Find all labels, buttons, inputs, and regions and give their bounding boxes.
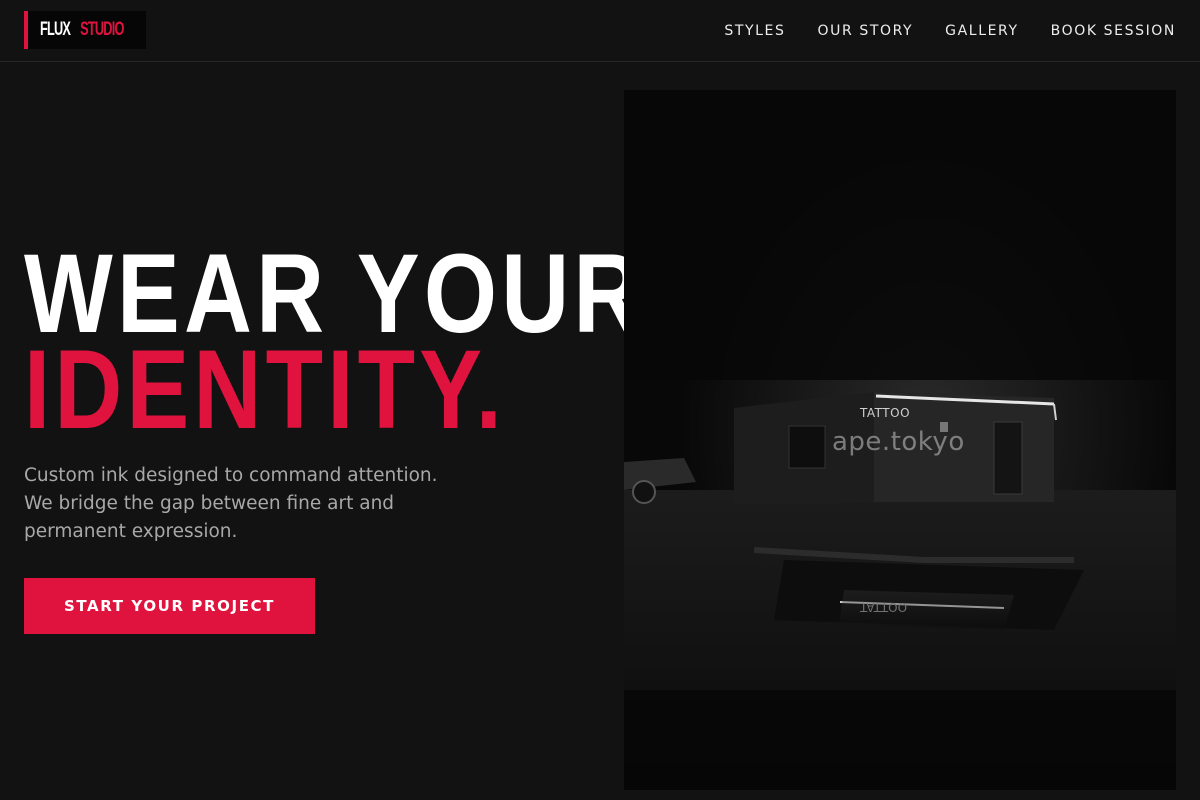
brand-logo[interactable]: FLUX STUDIO <box>24 11 146 49</box>
nav-link-our-story[interactable]: OUR STORY <box>817 20 913 42</box>
nav-link-book-session[interactable]: BOOK SESSION <box>1051 20 1176 42</box>
tattoo-sign: TATTOO <box>859 406 910 420</box>
photo-watermark: ape.tokyo <box>832 427 965 457</box>
logo-word-studio: STUDIO <box>80 19 124 40</box>
nav-links: STYLES OUR STORY GALLERY BOOK SESSION <box>692 20 1176 42</box>
top-nav: FLUX STUDIO STYLES OUR STORY GALLERY BOOK… <box>0 0 1200 62</box>
logo-word-flux: FLUX <box>40 19 71 40</box>
hero-photo: TATTOO TATTOO ape.tokyo <box>624 90 1176 790</box>
hero-headline: WEAR YOUR IDENTITY. <box>24 238 645 452</box>
nav-link-styles[interactable]: STYLES <box>724 20 785 42</box>
hero-description: Custom ink designed to command attention… <box>24 465 438 542</box>
headline-line-2: IDENTITY. <box>24 327 507 452</box>
nav-link-gallery[interactable]: GALLERY <box>945 20 1018 42</box>
start-project-button[interactable]: START YOUR PROJECT <box>24 578 315 634</box>
